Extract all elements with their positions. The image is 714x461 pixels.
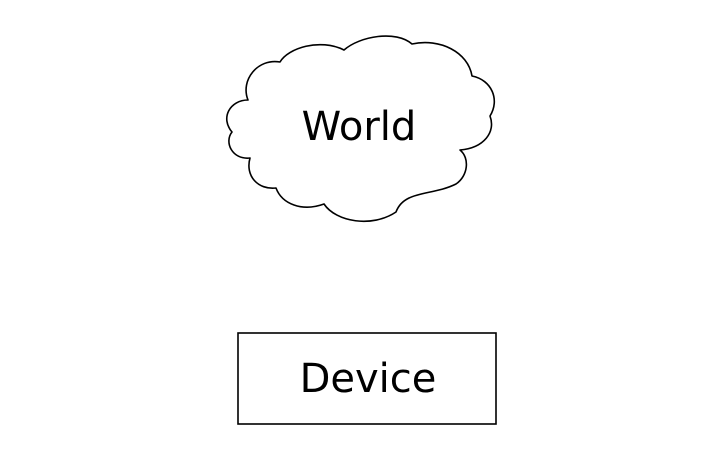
device-label: Device	[300, 356, 437, 402]
device-node: Device	[237, 332, 497, 425]
world-label: World	[302, 104, 417, 150]
world-node: World	[226, 35, 496, 223]
diagram-canvas: World Device	[226, 35, 497, 425]
